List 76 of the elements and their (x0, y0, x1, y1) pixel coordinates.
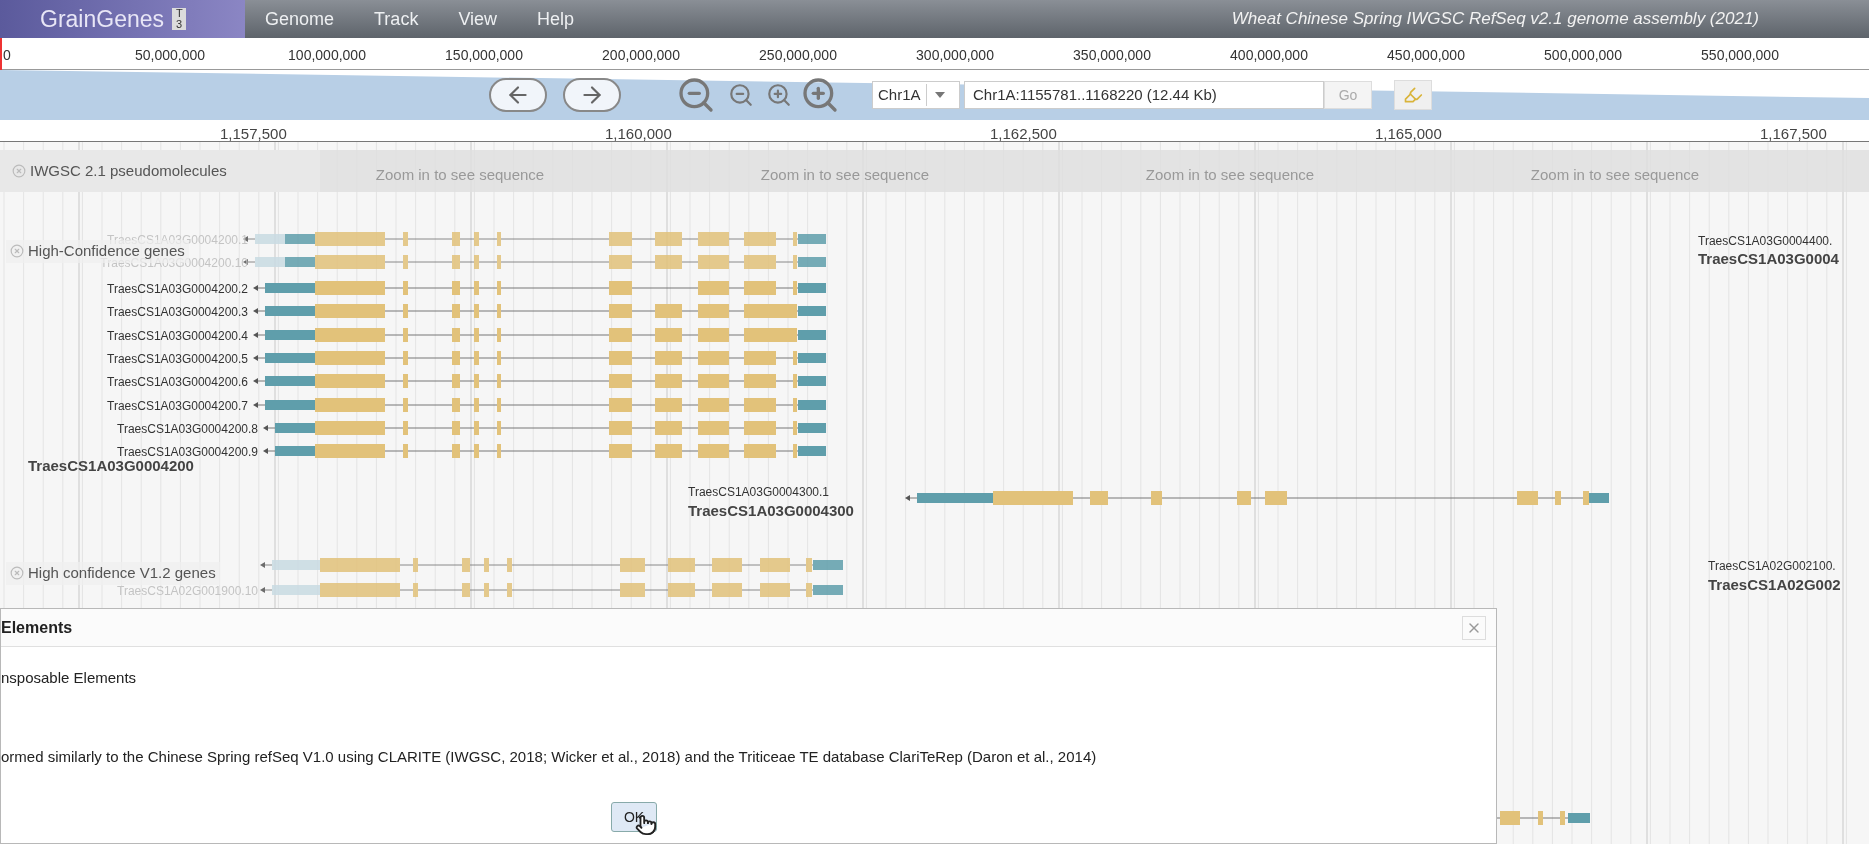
sequence-message: Zoom in to see sequence (1530, 165, 1700, 185)
back-button[interactable] (489, 78, 547, 112)
sequence-message: Zoom in to see sequence (760, 165, 930, 185)
logo-badge: T3 (172, 8, 187, 30)
menu-item[interactable]: Track (374, 5, 419, 33)
gene-name: TraesCS1A03G0004 (1698, 249, 1839, 269)
ruler-label: 1,162,500 (990, 124, 1057, 144)
track-name: High confidence V1.2 genes (28, 563, 216, 583)
transcript-label: TraesCS1A03G0004200.4 (107, 328, 248, 345)
ruler-label: 1,157,500 (220, 124, 287, 144)
close-icon (12, 164, 26, 178)
zoom-in-icon[interactable] (766, 82, 792, 108)
ruler-label: 1,165,000 (1375, 124, 1442, 144)
ruler-label: 350,000,000 (1073, 46, 1151, 65)
transcript-label: TraesCS1A03G0004200.7 (107, 398, 248, 415)
menu-item[interactable]: Genome (265, 5, 335, 33)
sequence-message: Zoom in to see sequence (1145, 165, 1315, 185)
transcript-glyph[interactable] (253, 304, 827, 318)
transcript-glyph[interactable] (260, 583, 844, 597)
forward-button[interactable] (563, 78, 621, 112)
ruler-label: 50,000,000 (134, 46, 206, 65)
ruler-label: 150,000,000 (445, 46, 523, 65)
dialog-text: ormed similarly to the Chinese Spring refSeq V1.0 using CLARITE (IWGSC, 2018; Wicker et al., 2018) and the Triticeae TE database ClariTeRep (Daron et al., 2014) (1, 746, 1098, 767)
dropdown-caret-icon (934, 92, 945, 98)
ruler-label: 1,167,500 (1760, 124, 1827, 144)
gene-name: TraesCS1A02G002 (1708, 575, 1841, 595)
highlight-button[interactable] (1394, 80, 1432, 110)
ruler-label: 500,000,000 (1544, 46, 1622, 65)
menu-item[interactable]: View (458, 5, 498, 33)
transcript-glyph[interactable] (253, 328, 827, 342)
logo-text: GrainGenes (40, 4, 164, 34)
ruler-label: 0 (3, 46, 11, 65)
close-icon[interactable] (10, 566, 24, 581)
transcript-label: TraesCS1A03G0004200.5 (107, 351, 248, 368)
chromosome-select[interactable]: Chr1A (872, 81, 960, 109)
window-title: Wheat Chinese Spring IWGSC RefSeq v2.1 genome assembly (2021) (1231, 8, 1759, 31)
zoom-out-icon[interactable] (676, 75, 716, 115)
transcript-glyph[interactable] (253, 351, 827, 365)
close-icon[interactable] (10, 244, 24, 259)
logo[interactable]: GrainGenes T3 (0, 0, 245, 38)
transcript-label: TraesCS1A03G0004400. (1698, 233, 1833, 250)
transcript-label: TraesCS1A02G002100. (1708, 558, 1836, 575)
transcript-glyph[interactable] (905, 491, 1610, 505)
transcript-glyph[interactable] (253, 281, 827, 295)
location-field[interactable]: Chr1A:1155781..1168220 (12.44 Kb) (964, 81, 1324, 109)
menu-item[interactable]: Help (537, 5, 575, 33)
track-label[interactable]: High-Confidence genes (6, 240, 189, 263)
transcript-label: TraesCS1A03G0004200.2 (107, 281, 248, 298)
transcript-glyph[interactable] (260, 558, 844, 572)
transcript-glyph[interactable] (253, 398, 827, 412)
sequence-message: Zoom in to see sequence (375, 165, 545, 185)
ruler-label: 550,000,000 (1701, 46, 1779, 65)
ruler-label: 250,000,000 (759, 46, 837, 65)
ruler-label: 1,160,000 (605, 124, 672, 144)
ruler-label: 300,000,000 (916, 46, 994, 65)
transcript-label: TraesCS1A03G0004200.3 (107, 304, 248, 321)
transcript-glyph[interactable] (253, 374, 827, 388)
close-button[interactable] (1462, 615, 1486, 640)
dialog-title: Elements (1, 617, 73, 638)
ruler-label: 200,000,000 (602, 46, 680, 65)
ruler-label: 400,000,000 (1230, 46, 1308, 65)
highlighter-icon (1403, 85, 1423, 105)
transcript-glyph[interactable] (263, 421, 827, 435)
track-name: IWGSC 2.1 pseudomolecules (30, 160, 227, 181)
zoom-in-icon[interactable] (800, 75, 840, 115)
gene-name: TraesCS1A03G0004300 (688, 501, 854, 521)
transcript-label: TraesCS1A03G0004300.1 (688, 484, 829, 501)
zoom-out-icon[interactable] (728, 82, 754, 108)
track-label[interactable]: High confidence V1.2 genes (6, 562, 220, 585)
transcript-label: TraesCS1A03G0004200.8 (117, 421, 258, 438)
ruler-label: 100,000,000 (288, 46, 366, 65)
transcript-glyph[interactable] (263, 444, 827, 458)
transcript-label: TraesCS1A03G0004200.6 (107, 374, 248, 391)
dialog-text: nsposable Elements (1, 668, 138, 688)
ruler-label: 450,000,000 (1387, 46, 1465, 65)
track-label[interactable]: IWGSC 2.1 pseudomolecules (0, 150, 320, 192)
